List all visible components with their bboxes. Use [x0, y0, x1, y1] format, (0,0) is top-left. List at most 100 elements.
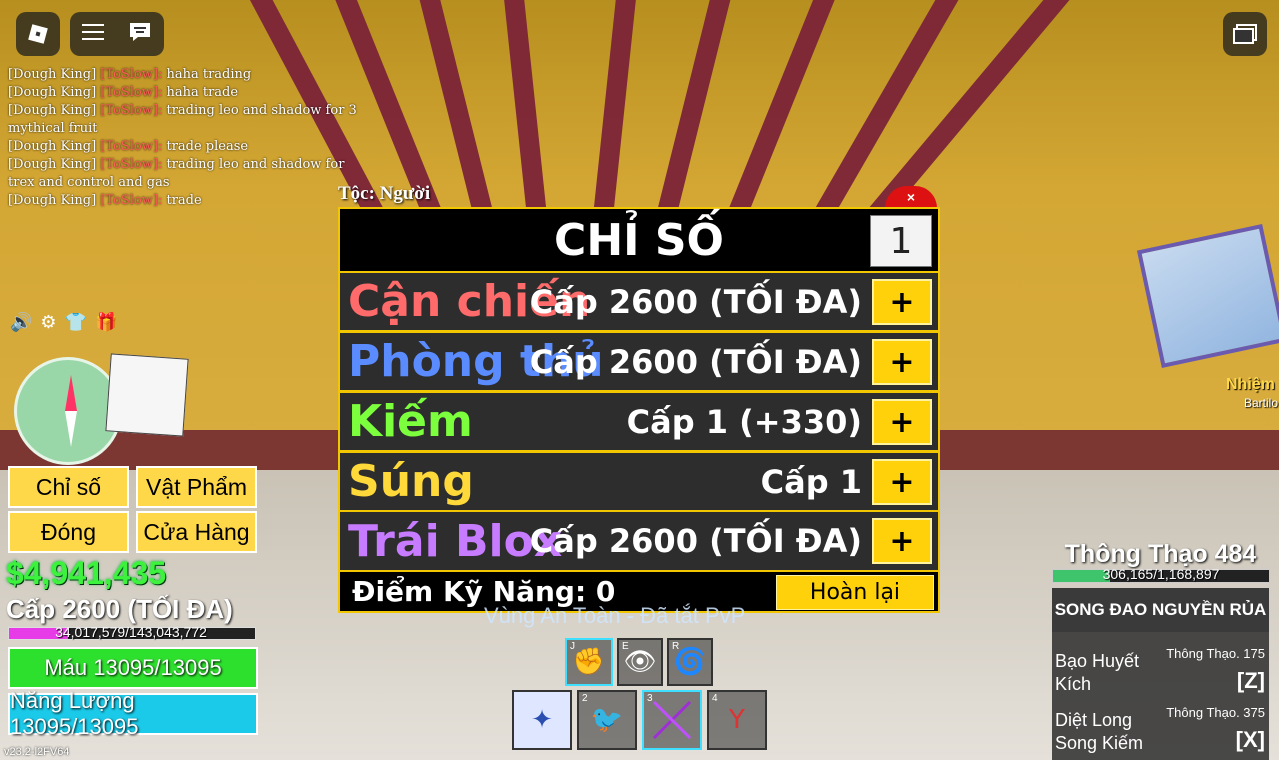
chat-sender: [Dough King]: [8, 193, 97, 208]
hotbar-slot[interactable]: 1 ✦: [512, 690, 572, 750]
chat-tag: [ToSlow]:: [100, 157, 163, 172]
player-level: Cấp 2600 (TỐI ĐA): [6, 594, 233, 624]
fruit-icon: 🐦: [590, 705, 624, 735]
chat-sender: [Dough King]: [8, 103, 97, 118]
chat-text: trade: [166, 193, 202, 208]
stat-level: Cấp 1 (+330): [626, 402, 862, 441]
hotbar-slot[interactable]: 4 Y: [707, 690, 767, 750]
zone-label: Vùng An Toàn - Đã tắt PvP: [484, 603, 746, 628]
health-text: Máu 13095/13095: [44, 655, 222, 680]
point-amount-input[interactable]: 1: [870, 215, 932, 267]
chat-tag: [ToSlow]:: [100, 103, 163, 118]
fighting-style-icon: ✦: [514, 692, 570, 748]
chat-sender: [Dough King]: [8, 85, 97, 100]
chat-tag: [ToSlow]:: [100, 85, 163, 100]
weapon-mastery: Thông Thạo 484: [1064, 540, 1257, 568]
stat-row-gun: Súng Cấp 1 +: [340, 453, 938, 510]
chat-tag: [ToSlow]:: [100, 67, 163, 82]
chat-sender: [Dough King]: [8, 157, 97, 172]
add-melee-button[interactable]: +: [872, 279, 932, 325]
skill-key: [X]: [1235, 727, 1265, 752]
gift-icon[interactable]: 🎁: [95, 312, 117, 333]
health-bar: Máu 13095/13095: [8, 647, 258, 689]
quest-label[interactable]: Nhiệm: [1226, 376, 1275, 394]
chat-text: haha trading: [166, 67, 252, 82]
add-sword-button[interactable]: +: [872, 399, 932, 445]
stat-level: Cấp 2600 (TỐI ĐA): [529, 282, 862, 321]
chat-text: trade please: [166, 139, 249, 154]
close-menu-button[interactable]: Đóng: [8, 511, 129, 553]
hotbar-slot[interactable]: 2 🐦: [577, 690, 637, 750]
settings-icon-row: 🔊 ⚙ 👕 🎁: [10, 312, 117, 333]
chat-sender: [Dough King]: [8, 67, 97, 82]
race-label: Tộc: Người: [338, 183, 431, 204]
window-stack-icon[interactable]: [1223, 12, 1267, 56]
stat-name: Kiếm: [348, 396, 473, 447]
spiral-icon: 🌀: [673, 647, 707, 677]
money-display: $4,941,435: [6, 555, 167, 591]
chat-log: [Dough King] [ToSlow]: haha trading [Dou…: [8, 66, 368, 210]
energy-text: Năng Lượng 13095/13095: [10, 688, 139, 739]
chat-sender: [Dough King]: [8, 139, 97, 154]
roblox-logo-icon[interactable]: [16, 12, 60, 56]
skill-mastery: Thông Thạo. 175: [1166, 646, 1265, 661]
chat-message: [Dough King] [ToSlow]: trading leo and s…: [8, 102, 368, 138]
chat-message: [Dough King] [ToSlow]: trading leo and s…: [8, 156, 368, 192]
chat-message: [Dough King] [ToSlow]: haha trade: [8, 84, 368, 102]
skill-name: Diệt Long Song Kiếm: [1055, 710, 1144, 753]
ability-slot[interactable]: E 👁: [617, 638, 663, 686]
add-gun-button[interactable]: +: [872, 459, 932, 505]
wall-poster: [1136, 224, 1279, 368]
stat-level: Cấp 1: [760, 462, 862, 501]
chat-message: [Dough King] [ToSlow]: trade: [8, 192, 368, 210]
sound-icon[interactable]: 🔊: [10, 312, 32, 333]
stats-panel: CHỈ SỐ 1 Cận chiến Cấp 2600 (TỐI ĐA) + P…: [338, 207, 940, 613]
ability-slot[interactable]: R 🌀: [667, 638, 713, 686]
chat-icon[interactable]: [128, 21, 152, 47]
shop-button[interactable]: Cửa Hàng: [136, 511, 257, 553]
energy-bar: Năng Lượng 13095/13095: [8, 688, 258, 739]
xp-text: 34,017,579/143,043,772: [55, 624, 207, 640]
items-button[interactable]: Vật Phẩm: [136, 466, 257, 508]
stat-level: Cấp 2600 (TỐI ĐA): [529, 522, 862, 560]
reset-button[interactable]: Hoàn lại: [776, 575, 934, 610]
version-label: v23.2-l2FV64: [4, 746, 70, 758]
hamburger-menu-icon[interactable]: [82, 23, 104, 45]
chat-tag: [ToSlow]:: [100, 193, 163, 208]
add-blox-fruit-button[interactable]: +: [872, 518, 932, 564]
slingshot-icon: Y: [729, 705, 745, 735]
stat-row-defense: Phòng thủ Cấp 2600 (TỐI ĐA) +: [340, 333, 938, 390]
stats-title: CHỈ SỐ: [554, 214, 724, 266]
chat-tag: [ToSlow]:: [100, 139, 163, 154]
stats-button[interactable]: Chỉ số: [8, 466, 129, 508]
chat-message: [Dough King] [ToSlow]: trade please: [8, 138, 368, 156]
weapon-skill-panel: SONG ĐAO NGUYỀN RỦA Bạo Huyết Kích Thông…: [1052, 588, 1269, 760]
skill-mastery: Thông Thạo. 375: [1166, 705, 1265, 720]
stat-row-blox-fruit: Trái Blox Cấp 2600 (TỐI ĐA) +: [340, 512, 938, 570]
skill-z[interactable]: Bạo Huyết Kích Thông Thạo. 175 [Z]: [1052, 644, 1269, 700]
stat-row-sword: Kiếm Cấp 1 (+330) +: [340, 393, 938, 450]
compass-south-needle: [65, 411, 77, 447]
hotbar-slot[interactable]: 3: [642, 690, 702, 750]
stat-name: Súng: [348, 456, 474, 507]
gear-icon[interactable]: ⚙: [40, 312, 56, 333]
compass-north-needle: [65, 375, 77, 411]
npc-name: Bartilo: [1244, 396, 1279, 410]
skill-key: [Z]: [1236, 668, 1265, 693]
stat-row-melee: Cận chiến Cấp 2600 (TỐI ĐA) +: [340, 273, 938, 330]
chat-message: [Dough King] [ToSlow]: haha trading: [8, 66, 368, 84]
mastery-text: 306,165/1,168,897: [1102, 566, 1220, 582]
stats-panel-header: CHỈ SỐ 1: [340, 209, 938, 271]
eye-icon: 👁: [623, 647, 657, 677]
add-defense-button[interactable]: +: [872, 339, 932, 385]
weapon-name: SONG ĐAO NGUYỀN RỦA: [1052, 588, 1269, 632]
team-icon[interactable]: 👕: [65, 312, 87, 333]
chat-text: haha trade: [166, 85, 239, 100]
menu-chat-group: [70, 12, 164, 56]
dual-swords-icon: [644, 692, 700, 748]
ability-slot[interactable]: J ✊: [565, 638, 613, 686]
fist-icon: ✊: [572, 647, 606, 677]
notice-board: [105, 353, 189, 437]
skill-name: Bạo Huyết Kích: [1055, 651, 1140, 694]
skill-x[interactable]: Diệt Long Song Kiếm Thông Thạo. 375 [X]: [1052, 703, 1269, 759]
